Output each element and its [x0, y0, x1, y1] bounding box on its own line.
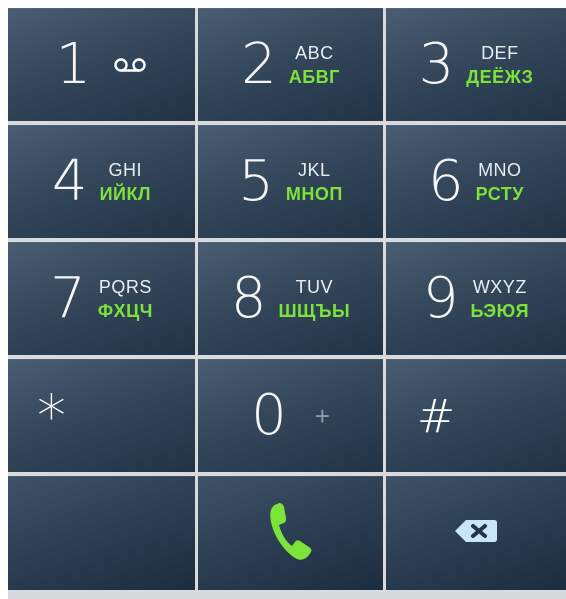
key-1[interactable]: 1 [8, 8, 195, 121]
key-letters: GHI ИЙКЛ [100, 158, 152, 206]
key-letters: WXYZ ЬЭЮЯ [471, 275, 530, 323]
key-digit: 7 [50, 265, 86, 331]
key-letters: DEF ДЕЁЖЗ [466, 41, 533, 89]
latin-letters: DEF [481, 42, 519, 63]
cyrillic-letters: ЬЭЮЯ [470, 300, 530, 321]
cyrillic-letters: ДЕЁЖЗ [466, 66, 534, 87]
key-0[interactable]: 0 + [198, 359, 383, 472]
cyrillic-letters: ФХЦЧ [97, 300, 153, 321]
key-letters: PQRS ФХЦЧ [98, 275, 153, 323]
plus-symbol: + [314, 400, 330, 431]
key-symbol: # [416, 388, 456, 443]
key-star[interactable]: * [8, 359, 195, 472]
key-digit: 1 [55, 31, 92, 97]
key-digit: 5 [238, 148, 274, 214]
key-digit: 6 [428, 148, 464, 214]
key-2[interactable]: 2 ABC АБВГ [198, 8, 383, 121]
key-digit: 3 [418, 31, 455, 97]
key-digit: 4 [51, 148, 88, 214]
latin-letters: PQRS [98, 276, 152, 297]
latin-letters: MNO [478, 159, 522, 180]
latin-letters: TUV [295, 276, 334, 297]
key-hash[interactable]: # [386, 359, 566, 472]
latin-letters: WXYZ [472, 276, 527, 297]
key-6[interactable]: 6 MNO РСТУ [386, 125, 566, 238]
key-letters: ABC АБВГ [289, 41, 340, 89]
key-digit: 8 [230, 265, 267, 331]
key-3[interactable]: 3 DEF ДЕЁЖЗ [386, 8, 566, 121]
cyrillic-letters: АБВГ [288, 66, 340, 87]
latin-letters: GHI [108, 159, 143, 180]
cyrillic-letters: РСТУ [475, 183, 524, 204]
latin-letters: ABC [295, 42, 334, 63]
backspace-button[interactable] [386, 476, 566, 590]
empty-key [8, 476, 195, 590]
voicemail-icon [113, 57, 147, 78]
dial-pad: 1 2 ABC АБВГ 3 DEF ДЕЁЖЗ 4 GHI ИЙКЛ 5 JK… [8, 8, 566, 599]
key-symbol: * [37, 381, 66, 450]
cyrillic-letters: ИЙКЛ [99, 183, 152, 204]
key-7[interactable]: 7 PQRS ФХЦЧ [8, 242, 195, 355]
cyrillic-letters: ШЩЪЫ [278, 300, 351, 321]
latin-letters: JKL [298, 159, 331, 180]
backspace-icon [454, 518, 498, 549]
key-letters: TUV ШЩЪЫ [278, 275, 350, 323]
key-digit: 2 [241, 31, 277, 97]
key-letters: JKL МНОП [286, 158, 343, 206]
key-5[interactable]: 5 JKL МНОП [198, 125, 383, 238]
key-9[interactable]: 9 WXYZ ЬЭЮЯ [386, 242, 566, 355]
key-digit: 9 [422, 265, 459, 331]
cyrillic-letters: МНОП [285, 183, 343, 204]
call-button[interactable] [198, 476, 383, 590]
phone-call-icon [267, 500, 315, 567]
key-letters: MNO РСТУ [476, 158, 524, 206]
key-digit: 0 [251, 382, 287, 448]
key-4[interactable]: 4 GHI ИЙКЛ [8, 125, 195, 238]
key-8[interactable]: 8 TUV ШЩЪЫ [198, 242, 383, 355]
